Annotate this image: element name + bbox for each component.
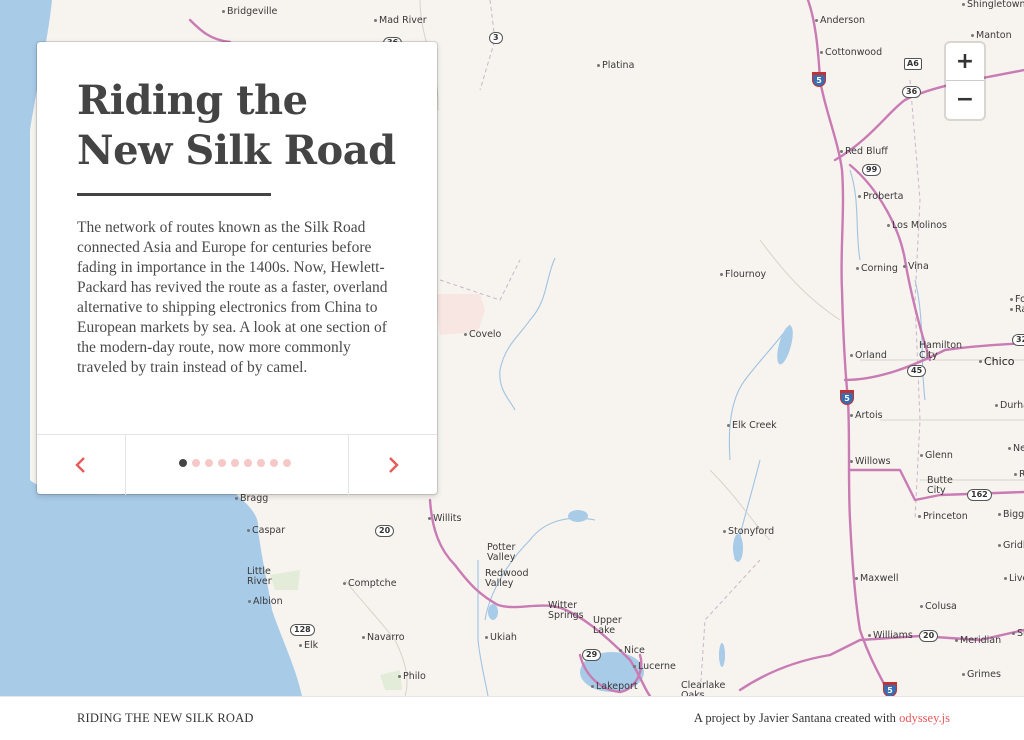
chevron-right-icon — [389, 457, 399, 473]
footer-credit-text: A project by Javier Santana created with — [693, 711, 900, 725]
place-label: Orland — [850, 351, 887, 361]
place-label: Willows — [850, 457, 891, 467]
place-label: Manton — [971, 31, 1012, 41]
place-label: Hamilton City — [919, 340, 963, 361]
place-label: Shingletown — [962, 0, 1024, 10]
slide-dots — [179, 459, 291, 467]
zoom-control: + − — [946, 43, 984, 119]
place-label: Potter Valley — [487, 542, 516, 563]
place-label: Navarro — [362, 633, 405, 643]
place-label: Philo — [398, 672, 426, 682]
place-label: Glenn — [920, 451, 953, 461]
route-shield: 128 — [290, 624, 315, 636]
slide-dot[interactable] — [179, 459, 187, 467]
place-label: Platina — [597, 61, 634, 71]
story-title-line-1: Riding the — [77, 77, 308, 124]
place-label: Stonyford — [723, 527, 774, 537]
place-label: Bridgeville — [222, 7, 277, 17]
previous-slide-button[interactable] — [37, 435, 126, 495]
slide-dot[interactable] — [270, 459, 278, 467]
place-label: Artois — [850, 411, 883, 421]
story-body: The network of routes known as the Silk … — [77, 219, 388, 376]
route-shield: 20 — [375, 525, 395, 537]
odyssey-link[interactable]: odyssey.js — [899, 711, 950, 725]
title-divider — [77, 193, 271, 196]
route-shield: 162 — [967, 489, 992, 501]
place-label: Upper Lake — [593, 615, 622, 636]
place-label: Gridle — [998, 541, 1024, 551]
zoom-in-button[interactable]: + — [946, 43, 984, 81]
place-label: Ran — [1010, 305, 1024, 315]
place-label: Meridian — [955, 636, 1001, 646]
place-label: Red Bluff — [840, 147, 888, 157]
place-label: Redwood Valley — [485, 568, 529, 589]
place-label: Willits — [428, 514, 461, 524]
place-label: Cottonwood — [820, 48, 882, 58]
slide-dot[interactable] — [283, 459, 291, 467]
story-title: Riding the New Silk Road — [77, 76, 417, 176]
place-label: Maxwell — [855, 574, 899, 584]
place-label: Los Molinos — [887, 221, 947, 231]
place-label: Elk — [299, 641, 318, 651]
place-label: Little River — [247, 566, 272, 587]
place-label: Colusa — [920, 602, 957, 612]
slide-dot[interactable] — [231, 459, 239, 467]
place-label: Biggs — [998, 510, 1024, 520]
footer-credit: A project by Javier Santana created with… — [694, 711, 950, 726]
place-label: Caspar — [247, 526, 285, 536]
place-label: Nice — [619, 646, 645, 656]
place-label: Corning — [856, 264, 898, 274]
place-label: Nel — [1008, 444, 1024, 454]
footer-title: RIDING THE NEW SILK ROAD — [77, 711, 254, 725]
place-label: Proberta — [858, 192, 903, 202]
route-shield: 45 — [907, 365, 927, 377]
route-shield: 36 — [902, 86, 922, 98]
place-label: Albion — [248, 597, 283, 607]
place-label: Live — [1004, 574, 1024, 584]
slide-dot[interactable] — [218, 459, 226, 467]
next-slide-button[interactable] — [348, 435, 437, 495]
place-label: Comptche — [343, 579, 397, 589]
slide-dot[interactable] — [205, 459, 213, 467]
place-label: Su — [1012, 629, 1024, 639]
slide-dot[interactable] — [257, 459, 265, 467]
place-label: Butte City — [927, 475, 953, 496]
slide-dot[interactable] — [244, 459, 252, 467]
place-label: Lucerne — [633, 662, 676, 672]
place-label: Clearlake Oaks — [681, 680, 726, 697]
place-label: Williams — [868, 631, 913, 641]
place-label: Covelo — [464, 330, 501, 340]
route-shield: 20 — [919, 630, 939, 642]
zoom-out-button[interactable]: − — [946, 81, 984, 119]
place-label: Durha — [995, 401, 1024, 411]
route-shield: 5 — [883, 682, 897, 696]
slide-navigation — [37, 434, 437, 495]
place-label: Flournoy — [720, 270, 766, 280]
place-label: Anderson — [815, 16, 865, 26]
route-shield: 5 — [840, 390, 854, 405]
place-label: Witter Springs — [548, 600, 584, 621]
route-shield: 29 — [582, 649, 602, 661]
place-label: Ri — [1014, 470, 1024, 480]
story-title-line-2: New Silk Road — [77, 127, 396, 174]
route-shield: 99 — [862, 164, 882, 176]
place-label: Chico — [979, 356, 1015, 367]
route-shield: 3 — [489, 32, 503, 44]
place-label: Elk Creek — [727, 421, 777, 431]
route-shield: A6 — [904, 58, 922, 70]
place-label: Princeton — [918, 512, 968, 522]
place-label: Ukiah — [485, 633, 517, 643]
place-label: Mad River — [374, 16, 427, 26]
footer: RIDING THE NEW SILK ROAD A project by Ja… — [0, 696, 1024, 740]
place-label: Vina — [903, 262, 929, 272]
chevron-left-icon — [75, 457, 85, 473]
place-label: Bragg — [235, 494, 268, 504]
place-label: Grimes — [962, 670, 1001, 680]
route-shield: 32 — [1012, 334, 1024, 346]
story-panel: Riding the New Silk Road The network of r… — [37, 42, 437, 495]
place-label: Lakeport — [591, 682, 638, 692]
route-shield: 5 — [812, 72, 826, 87]
slide-dot[interactable] — [192, 459, 200, 467]
